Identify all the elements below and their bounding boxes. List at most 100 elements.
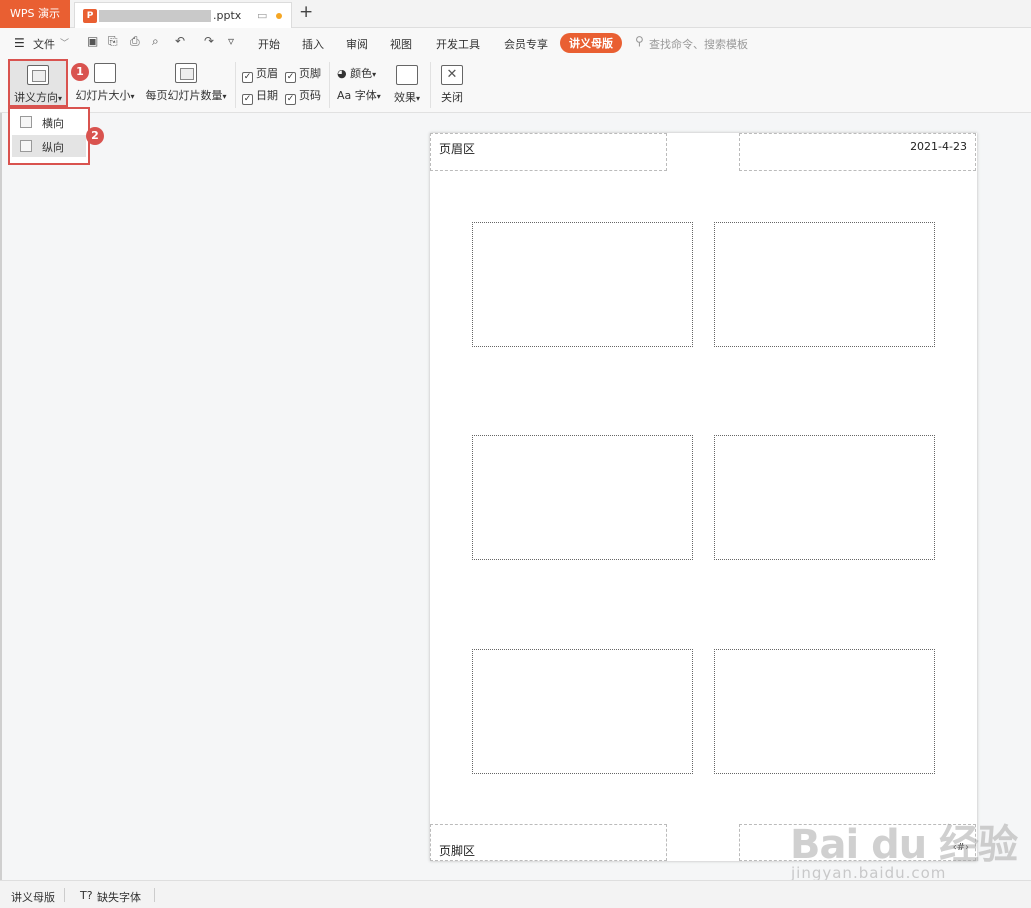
hamburger-icon[interactable]: ☰ — [14, 36, 25, 50]
footer-checkbox-label: 页脚 — [299, 67, 321, 80]
ribbon-separator — [329, 62, 330, 108]
document-tab[interactable]: P .pptx ▭ — [74, 2, 292, 28]
close-label: 关闭 — [441, 91, 463, 104]
screen-icon[interactable]: ▭ — [257, 9, 267, 22]
footer-checkbox[interactable]: ✓ 页脚 — [285, 65, 321, 83]
tab-developer[interactable]: 开发工具 — [436, 36, 480, 52]
slide-size-icon — [94, 63, 116, 83]
undo-icon[interactable]: ↶ — [175, 34, 185, 48]
chevron-down-icon: ▾ — [57, 94, 62, 103]
new-tab-button[interactable]: + — [299, 2, 313, 22]
left-pane-border — [0, 113, 2, 880]
fonts-button[interactable]: Aa 字体▾ — [337, 87, 381, 103]
unsaved-indicator — [276, 13, 282, 19]
tab-view[interactable]: 视图 — [390, 36, 412, 52]
handout-page: 页眉区 2021-4-23 页脚区 ‹#› — [430, 133, 977, 861]
redo-icon[interactable]: ↷ — [204, 34, 214, 48]
orientation-dropdown: 横向 纵向 — [8, 107, 90, 165]
slides-per-page-button[interactable]: 每页幻灯片数量▾ — [142, 63, 230, 103]
landscape-icon — [20, 116, 32, 128]
orientation-option-portrait[interactable]: 纵向 — [12, 135, 86, 157]
effects-label: 效果 — [393, 91, 416, 104]
page-number-checkbox-label: 页码 — [299, 89, 321, 102]
footer-text: 页脚区 — [439, 844, 476, 858]
check-icon: ✓ — [242, 94, 253, 105]
effects-icon — [396, 65, 418, 85]
chevron-down-icon: ▾ — [372, 70, 377, 79]
chevron-down-icon[interactable]: ﹀ — [60, 36, 69, 49]
colors-label: 颜色 — [350, 67, 373, 80]
print-preview-icon[interactable]: ⌕ — [152, 34, 159, 49]
effects-button[interactable]: 效果▾ — [390, 65, 424, 105]
format-painter-icon[interactable]: ⎘ — [108, 34, 118, 49]
tab-review[interactable]: 审阅 — [346, 36, 368, 52]
ribbon-toolbar: 讲义方向▾ 1 幻灯片大小▾ 每页幻灯片数量▾ ✓ 页眉 ✓ 页脚 ✓ 日期 ✓ 页码 … — [0, 58, 1031, 113]
header-checkbox-label: 页眉 — [256, 67, 278, 80]
close-master-button[interactable]: ✕ 关闭 — [438, 65, 466, 105]
ribbon-separator — [235, 62, 236, 108]
ribbon-separator — [430, 62, 431, 108]
slides-per-page-icon — [175, 63, 197, 83]
check-icon: ✓ — [285, 72, 296, 83]
baidu-watermark: Bai du 经验 — [790, 822, 1018, 868]
date-text: 2021-4-23 — [910, 140, 967, 153]
check-icon: ✓ — [242, 72, 253, 83]
slide-placeholder[interactable] — [472, 435, 693, 560]
header-text: 页眉区 — [439, 142, 476, 156]
slide-size-button[interactable]: 幻灯片大小▾ — [74, 63, 136, 103]
tab-handout-master[interactable]: 讲义母版 — [560, 33, 622, 53]
missing-fonts-icon[interactable]: T? — [80, 889, 93, 902]
fonts-label: 字体 — [354, 89, 377, 102]
status-separator — [64, 888, 65, 902]
menu-bar: ☰ 文件 ﹀ ▣ ⎘ ⎙ ⌕ ↶ ↷ ▿ 开始 插入 审阅 视图 开发工具 会员… — [0, 28, 1031, 58]
chevron-down-icon: ▾ — [130, 92, 135, 101]
check-icon: ✓ — [285, 94, 296, 105]
portrait-label: 纵向 — [42, 141, 64, 154]
palette-icon: ◕ — [337, 67, 351, 80]
status-mode[interactable]: 讲义母版 — [11, 889, 55, 905]
status-bar: 讲义母版 T? 缺失字体 — [0, 880, 1031, 908]
search-icon[interactable]: ⚲ — [635, 34, 644, 48]
quick-access-more-icon[interactable]: ▿ — [228, 34, 234, 48]
orientation-icon — [27, 65, 49, 85]
step-marker-2: 2 — [86, 127, 104, 145]
chevron-down-icon: ▾ — [222, 92, 227, 101]
header-placeholder[interactable]: 页眉区 — [430, 133, 667, 171]
close-icon: ✕ — [441, 65, 463, 85]
orientation-option-landscape[interactable]: 横向 — [12, 111, 86, 133]
search-input[interactable]: 查找命令、搜索模板 — [649, 36, 748, 52]
redacted-filename — [99, 10, 211, 22]
slide-placeholder[interactable] — [714, 435, 935, 560]
date-checkbox[interactable]: ✓ 日期 — [242, 87, 278, 105]
slide-size-label: 幻灯片大小 — [75, 89, 131, 102]
slides-per-page-label: 每页幻灯片数量 — [145, 89, 223, 102]
missing-fonts-status[interactable]: 缺失字体 — [97, 889, 141, 905]
orientation-group: 讲义方向▾ — [10, 65, 66, 105]
footer-placeholder[interactable]: 页脚区 — [430, 824, 667, 861]
orientation-label: 讲义方向 — [13, 91, 58, 104]
page-number-checkbox[interactable]: ✓ 页码 — [285, 87, 321, 105]
app-tab[interactable]: WPS 演示 — [0, 0, 70, 28]
slide-placeholder[interactable] — [714, 649, 935, 774]
slide-placeholder[interactable] — [472, 649, 693, 774]
tab-start[interactable]: 开始 — [258, 36, 280, 52]
status-separator — [154, 888, 155, 902]
file-menu[interactable]: 文件 — [33, 36, 55, 52]
colors-button[interactable]: ◕ 颜色▾ — [337, 65, 376, 81]
tab-member[interactable]: 会员专享 — [504, 36, 548, 52]
header-checkbox[interactable]: ✓ 页眉 — [242, 65, 278, 83]
document-name: .pptx — [213, 9, 242, 22]
slide-placeholder[interactable] — [714, 222, 935, 347]
chevron-down-icon: ▾ — [376, 92, 381, 101]
handout-orientation-button[interactable]: 讲义方向▾ — [8, 59, 68, 107]
save-icon[interactable]: ▣ — [87, 34, 98, 48]
landscape-label: 横向 — [42, 117, 64, 130]
tab-insert[interactable]: 插入 — [302, 36, 324, 52]
date-checkbox-label: 日期 — [256, 89, 278, 102]
chevron-down-icon: ▾ — [415, 94, 420, 103]
date-placeholder[interactable]: 2021-4-23 — [739, 133, 976, 171]
print-icon[interactable]: ⎙ — [130, 34, 140, 49]
slide-placeholder[interactable] — [472, 222, 693, 347]
title-bar: WPS 演示 P .pptx ▭ + — [0, 0, 1031, 28]
portrait-icon — [20, 140, 32, 152]
